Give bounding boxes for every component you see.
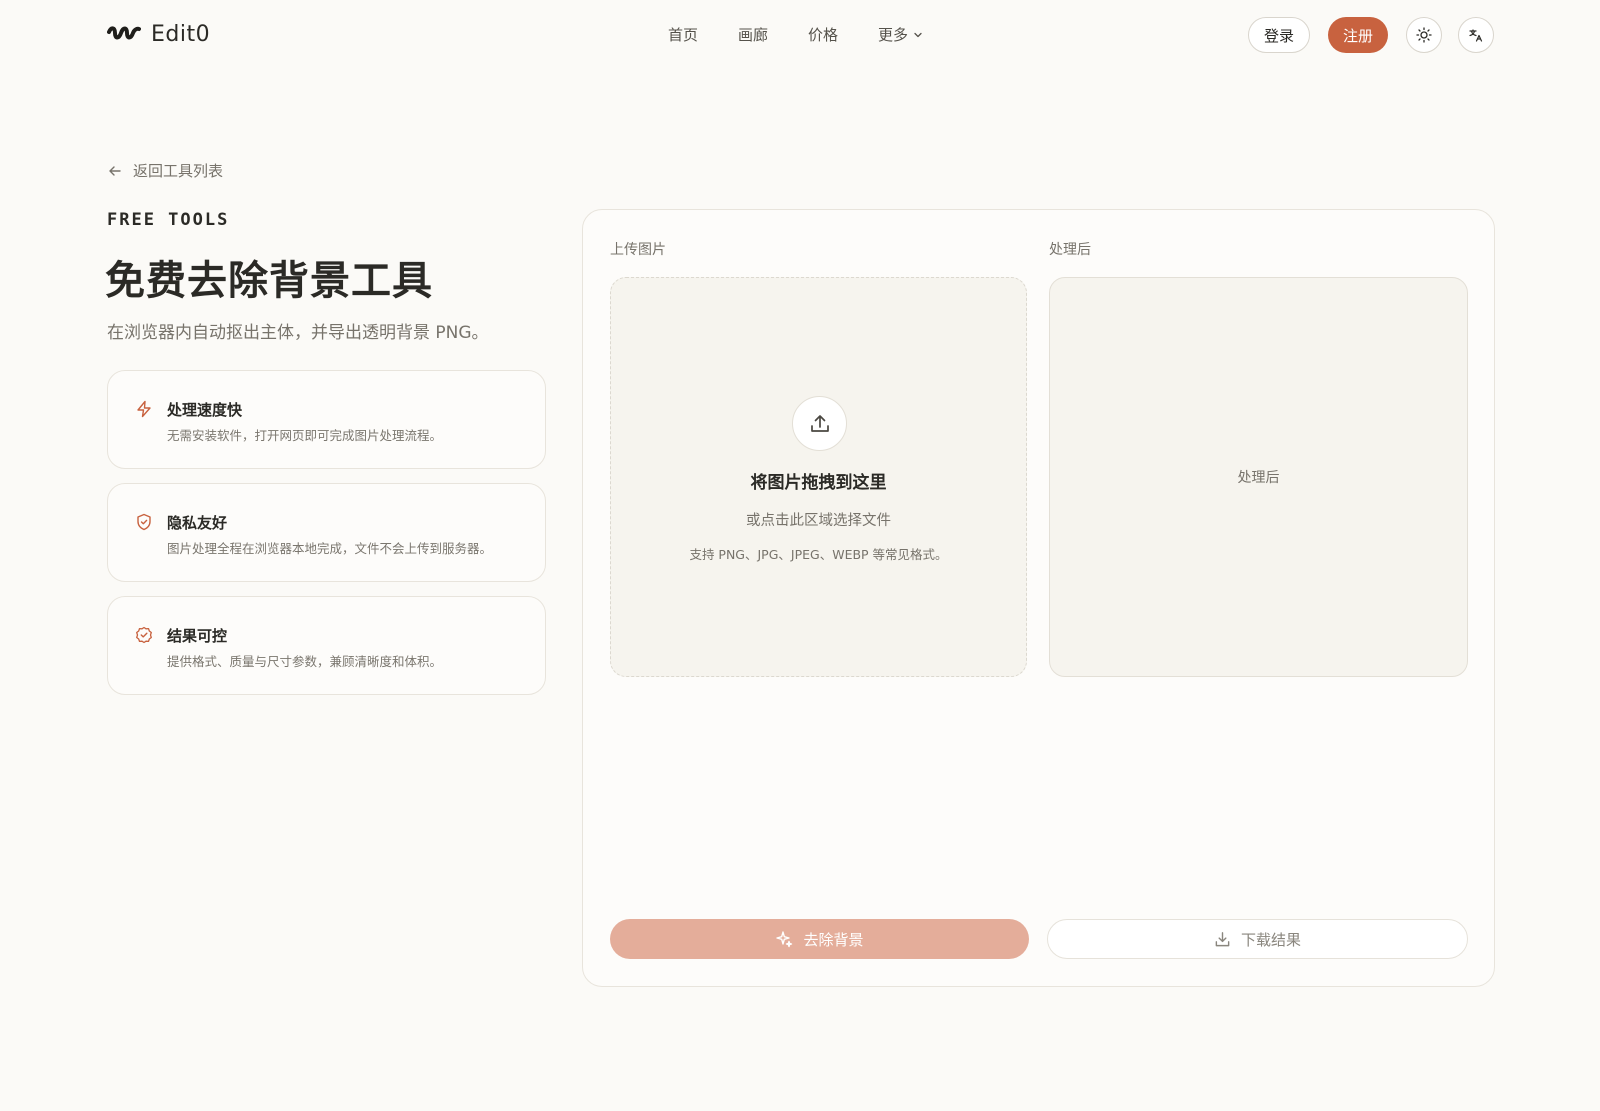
brand-name: Edit0 (151, 21, 211, 47)
upload-icon (810, 414, 829, 432)
sun-icon (1416, 27, 1432, 43)
upload-icon-circle (792, 396, 847, 451)
feature-title: 隐私友好 (167, 514, 228, 532)
signup-button[interactable]: 注册 (1327, 17, 1388, 53)
wave-logo-icon (107, 20, 141, 48)
upload-title: 将图片拖拽到这里 (750, 473, 887, 493)
result-placeholder: 处理后 (1237, 470, 1280, 486)
theme-toggle-button[interactable] (1406, 17, 1442, 53)
header-actions: 登录 注册 (1247, 17, 1494, 53)
download-result-label: 下载结果 (1240, 930, 1301, 949)
page-subtitle: 在浏览器内自动抠出主体，并导出透明背景 PNG。 (107, 323, 489, 343)
shield-icon (137, 513, 151, 531)
upload-section-label: 上传图片 (610, 242, 666, 258)
nav-item-home[interactable]: 首页 (668, 24, 698, 45)
upload-subtitle: 或点击此区域选择文件 (746, 513, 891, 529)
result-section-label: 处理后 (1049, 242, 1091, 258)
language-toggle-button[interactable] (1458, 17, 1494, 53)
nav-item-more[interactable]: 更多 (878, 24, 924, 45)
result-preview: 处理后 (1049, 277, 1468, 677)
login-button[interactable]: 登录 (1247, 17, 1310, 53)
nav-item-more-label: 更多 (878, 26, 909, 44)
remove-background-label: 去除背景 (803, 930, 864, 949)
remove-background-button[interactable]: 去除背景 (610, 919, 1029, 959)
arrow-left-icon (109, 165, 121, 176)
feature-title: 结果可控 (167, 627, 228, 645)
back-link-label: 返回工具列表 (133, 162, 224, 180)
upload-dropzone[interactable]: 将图片拖拽到这里 或点击此区域选择文件 支持 PNG、JPG、JPEG、WEBP… (610, 277, 1027, 677)
nav-item-pricing[interactable]: 价格 (808, 24, 838, 45)
feature-desc: 图片处理全程在浏览器本地完成，文件不会上传到服务器。 (167, 541, 493, 556)
tool-panel: 上传图片 处理后 将图片拖拽到这里 或点击此区域选择文件 支持 PNG、JPG、… (582, 209, 1495, 987)
back-to-tools-link[interactable]: 返回工具列表 (107, 160, 223, 181)
brand-logo[interactable]: Edit0 (107, 20, 210, 48)
feature-desc: 提供格式、质量与尺寸参数，兼顾清晰度和体积。 (167, 654, 443, 669)
download-icon (1215, 931, 1230, 946)
download-result-button[interactable]: 下载结果 (1047, 919, 1468, 959)
translate-icon (1469, 29, 1483, 42)
page: Edit0 首页 画廊 价格 更多 登录 注册 返回工具列表 FREE TOOL… (0, 0, 1600, 1111)
eyebrow-label: FREE TOOLS (107, 210, 230, 230)
nav-item-gallery[interactable]: 画廊 (738, 24, 768, 45)
feature-title: 处理速度快 (167, 401, 243, 419)
main-nav: 首页 画廊 价格 更多 (668, 24, 924, 45)
feature-card-privacy: 隐私友好 图片处理全程在浏览器本地完成，文件不会上传到服务器。 (107, 483, 546, 582)
top-header: Edit0 首页 画廊 价格 更多 登录 注册 (0, 0, 1600, 72)
feature-card-control: 结果可控 提供格式、质量与尺寸参数，兼顾清晰度和体积。 (107, 596, 546, 695)
feature-card-speed: 处理速度快 无需安装软件，打开网页即可完成图片处理流程。 (107, 370, 546, 469)
lightning-icon (137, 400, 151, 418)
badge-check-icon (136, 626, 152, 644)
feature-desc: 无需安装软件，打开网页即可完成图片处理流程。 (167, 428, 443, 443)
upload-formats: 支持 PNG、JPG、JPEG、WEBP 等常见格式。 (689, 547, 948, 562)
sparkle-icon (776, 931, 793, 948)
page-title: 免费去除背景工具 (105, 258, 433, 304)
chevron-down-icon (914, 32, 922, 37)
